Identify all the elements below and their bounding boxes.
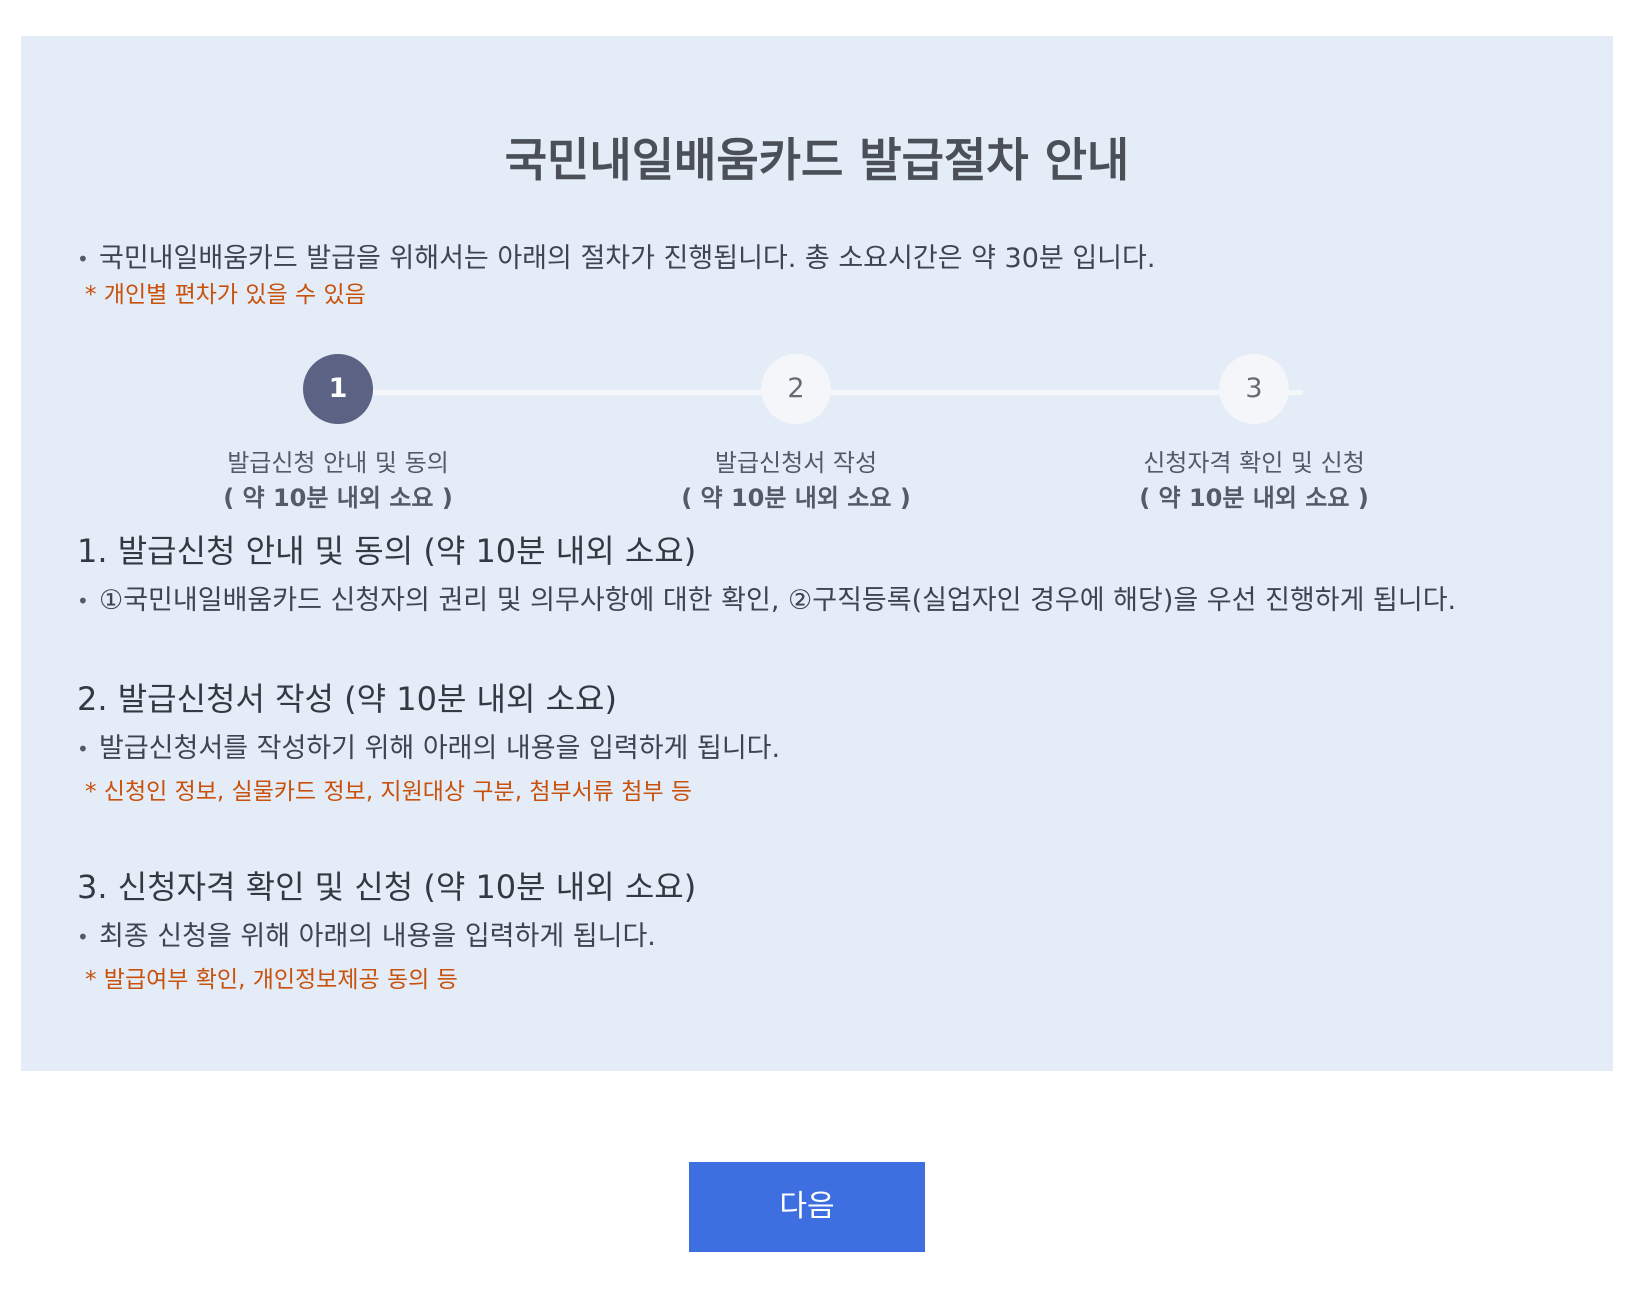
section-2-note: * 신청인 정보, 실물카드 정보, 지원대상 구분, 첨부서류 첨부 등 bbox=[85, 779, 693, 805]
step-1-time: ( 약 10분 내외 소요 ) bbox=[223, 484, 453, 512]
section-3-title: 3. 신청자격 확인 및 신청 (약 10분 내외 소요) bbox=[77, 868, 697, 906]
intro-text: • 국민내일배움카드 발급을 위해서는 아래의 절차가 진행됩니다. 총 소요시간… bbox=[77, 241, 1155, 277]
step-2: 2 발급신청서 작성 ( 약 10분 내외 소요 ) bbox=[586, 354, 1006, 516]
section-2-title: 2. 발급신청서 작성 (약 10분 내외 소요) bbox=[77, 680, 617, 718]
bullet-icon: • bbox=[77, 589, 89, 613]
section-3-note: * 발급여부 확인, 개인정보제공 동의 등 bbox=[85, 967, 458, 993]
step-2-circle: 2 bbox=[761, 354, 831, 424]
section-3-text-content: 최종 신청을 위해 아래의 내용을 입력하게 됩니다. bbox=[99, 921, 656, 952]
next-button[interactable]: 다음 bbox=[689, 1162, 925, 1252]
step-progress: 1 발급신청 안내 및 동의 ( 약 10분 내외 소요 ) 2 발급신청서 작… bbox=[21, 354, 1613, 524]
section-3-text: • 최종 신청을 위해 아래의 내용을 입력하게 됩니다. bbox=[77, 919, 656, 955]
section-1-text-content: ①국민내일배움카드 신청자의 권리 및 의무사항에 대한 확인, ②구직등록(실… bbox=[99, 585, 1457, 616]
step-1-circle: 1 bbox=[303, 354, 373, 424]
step-1-label: 발급신청 안내 및 동의 bbox=[227, 449, 449, 477]
page-title: 국민내일배움카드 발급절차 안내 bbox=[504, 133, 1130, 187]
section-1-text: • ①국민내일배움카드 신청자의 권리 및 의무사항에 대한 확인, ②구직등록(… bbox=[77, 583, 1456, 619]
bullet-icon: • bbox=[77, 247, 89, 271]
section-2-text-content: 발급신청서를 작성하기 위해 아래의 내용을 입력하게 됩니다. bbox=[99, 733, 781, 764]
section-2-text: • 발급신청서를 작성하기 위해 아래의 내용을 입력하게 됩니다. bbox=[77, 731, 780, 767]
step-3: 3 신청자격 확인 및 신청 ( 약 10분 내외 소요 ) bbox=[1044, 354, 1464, 516]
intro-text-content: 국민내일배움카드 발급을 위해서는 아래의 절차가 진행됩니다. 총 소요시간은… bbox=[99, 243, 1156, 274]
step-3-label: 신청자격 확인 및 신청 bbox=[1143, 449, 1365, 477]
step-2-label: 발급신청서 작성 bbox=[714, 449, 878, 477]
section-1-title: 1. 발급신청 안내 및 동의 (약 10분 내외 소요) bbox=[77, 532, 697, 570]
bullet-icon: • bbox=[77, 925, 89, 949]
step-1: 1 발급신청 안내 및 동의 ( 약 10분 내외 소요 ) bbox=[128, 354, 548, 516]
step-3-time: ( 약 10분 내외 소요 ) bbox=[1139, 484, 1369, 512]
bullet-icon: • bbox=[77, 737, 89, 761]
step-2-time: ( 약 10분 내외 소요 ) bbox=[681, 484, 911, 512]
step-3-circle: 3 bbox=[1219, 354, 1289, 424]
intro-note: * 개인별 편차가 있을 수 있음 bbox=[85, 282, 366, 308]
procedure-panel: 국민내일배움카드 발급절차 안내 • 국민내일배움카드 발급을 위해서는 아래의 … bbox=[21, 36, 1613, 1071]
